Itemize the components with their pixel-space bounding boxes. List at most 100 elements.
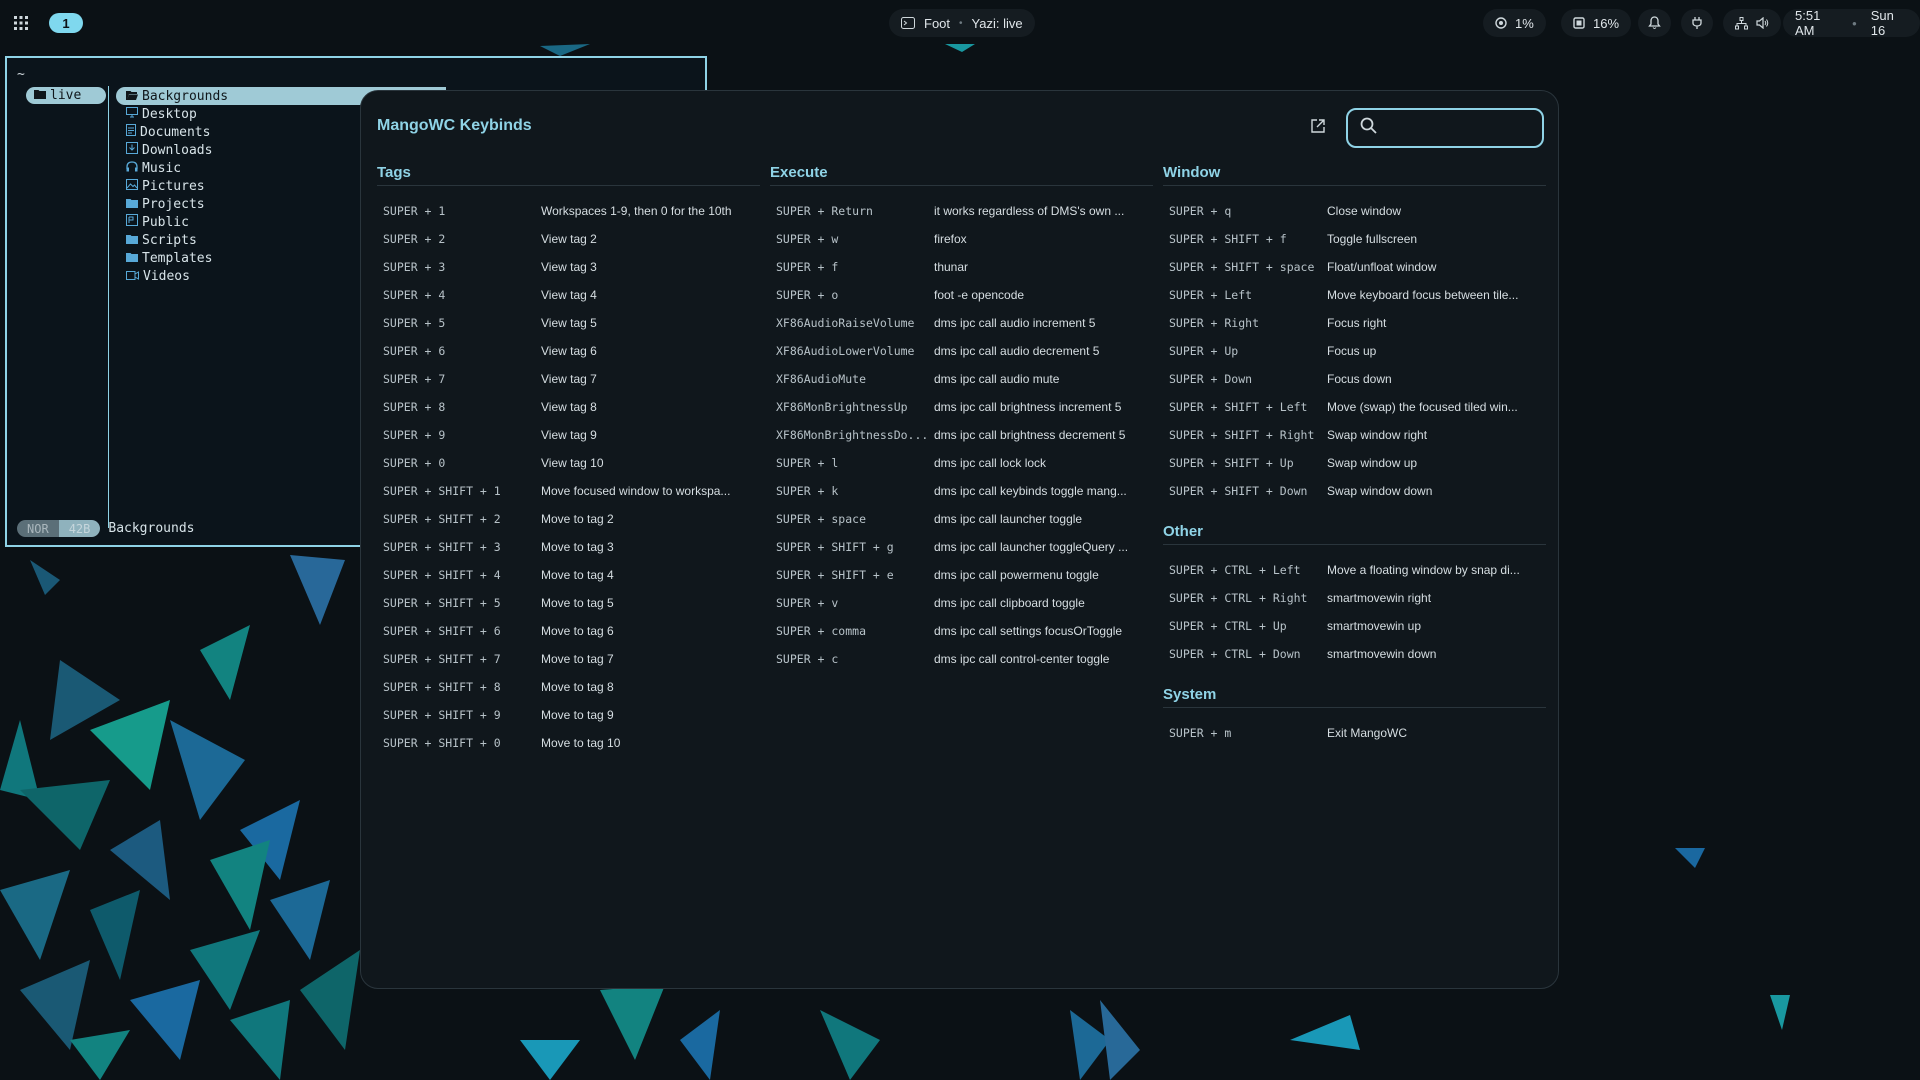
keybind-description: Exit MangoWC (1327, 726, 1408, 740)
keybind-row[interactable]: SUPER + 2 View tag 2 (377, 225, 760, 253)
keybind-row[interactable]: SUPER + k dms ipc call keybinds toggle ma… (770, 477, 1153, 505)
keybind-keys: SUPER + m (1169, 725, 1232, 740)
keybind-row[interactable]: SUPER + SHIFT + Right Swap window right (1163, 421, 1546, 449)
focused-window[interactable]: Foot • Yazi: live (889, 9, 1035, 37)
keybind-keys: XF86AudioRaiseVolume (776, 315, 915, 330)
keybind-keys: SUPER + 3 (383, 259, 446, 274)
keybind-keys: SUPER + k (776, 483, 839, 498)
keybind-row[interactable]: SUPER + c dms ipc call control-center tog… (770, 645, 1153, 673)
keybind-row[interactable]: SUPER + SHIFT + 7 Move to tag 7 (377, 645, 760, 673)
keybind-row[interactable]: SUPER + 1 Workspaces 1-9, then 0 for the … (377, 197, 760, 225)
keybind-row[interactable]: SUPER + 9 View tag 9 (377, 421, 760, 449)
keybind-row[interactable]: SUPER + q Close window (1163, 197, 1546, 225)
clock-widget[interactable]: 5:51 AM • Sun 16 (1783, 8, 1920, 38)
keybind-keys: SUPER + CTRL + Left (1169, 562, 1301, 577)
keybind-keys: SUPER + SHIFT + 4 (383, 567, 501, 582)
public-icon (126, 214, 138, 230)
keybind-description: dms ipc call powermenu toggle (934, 568, 1099, 582)
keybind-row[interactable]: SUPER + SHIFT + Left Move (swap) the focu… (1163, 393, 1546, 421)
keybind-row[interactable]: SUPER + CTRL + Up smartmovewin up (1163, 612, 1546, 640)
keybind-row[interactable]: SUPER + SHIFT + 2 Move to tag 2 (377, 505, 760, 533)
cpu-widget[interactable]: 1% (1483, 9, 1546, 37)
cpu-icon (1495, 17, 1507, 29)
keybind-description: Move to tag 5 (541, 596, 614, 610)
file-name: Backgrounds (142, 88, 229, 104)
keybind-row[interactable]: SUPER + CTRL + Down smartmovewin down (1163, 640, 1546, 668)
keybind-keys: XF86AudioLowerVolume (776, 343, 915, 358)
execute-bind-list: SUPER + Return it works regardless of DMS… (770, 186, 1153, 673)
pane-divider (108, 86, 109, 528)
video-icon (126, 269, 139, 284)
keybind-row[interactable]: SUPER + w firefox (770, 225, 1153, 253)
keybind-row[interactable]: SUPER + CTRL + Left Move a floating windo… (1163, 556, 1546, 584)
keybind-row[interactable]: SUPER + 7 View tag 7 (377, 365, 760, 393)
keybind-row[interactable]: SUPER + Left Move keyboard focus between … (1163, 281, 1546, 309)
mode-indicator: NOR 42B (17, 520, 101, 537)
keybind-keys: SUPER + SHIFT + 1 (383, 483, 501, 498)
keybind-row[interactable]: SUPER + Up Focus up (1163, 337, 1546, 365)
keybind-row[interactable]: SUPER + l dms ipc call lock lock (770, 449, 1153, 477)
keybind-row[interactable]: SUPER + 3 View tag 3 (377, 253, 760, 281)
keybind-row[interactable]: SUPER + space dms ipc call launcher toggl… (770, 505, 1153, 533)
yazi-tab[interactable]: live (26, 87, 106, 104)
keybind-row[interactable]: SUPER + m Exit MangoWC (1163, 719, 1546, 747)
keybind-row[interactable]: SUPER + SHIFT + Down Swap window down (1163, 477, 1546, 505)
search-input[interactable] (1385, 119, 1529, 137)
keybind-row[interactable]: SUPER + Down Focus down (1163, 365, 1546, 393)
separator-dot: • (959, 17, 963, 29)
keybind-row[interactable]: XF86AudioMute dms ipc call audio mute (770, 365, 1153, 393)
keybind-description: dms ipc call settings focusOrToggle (934, 624, 1123, 638)
keybind-description: smartmovewin up (1327, 619, 1422, 633)
workspace-indicator[interactable]: 1 (49, 13, 83, 33)
keybind-row[interactable]: XF86AudioRaiseVolume dms ipc call audio i… (770, 309, 1153, 337)
keybind-description: dms ipc call launcher toggle (934, 512, 1083, 526)
keybind-row[interactable]: SUPER + comma dms ipc call settings focus… (770, 617, 1153, 645)
top-bar: 1 Foot • Yazi: live 1% 16% 5:51 AM • Sun… (0, 0, 1920, 46)
keybind-row[interactable]: SUPER + SHIFT + 6 Move to tag 6 (377, 617, 760, 645)
network-audio-widget[interactable] (1723, 9, 1781, 37)
open-external-icon (1310, 118, 1326, 139)
keybind-row[interactable]: SUPER + SHIFT + 8 Move to tag 8 (377, 673, 760, 701)
keybind-row[interactable]: XF86MonBrightnessDo... dms ipc call brigh… (770, 421, 1153, 449)
keybind-keys: SUPER + Up (1169, 343, 1239, 358)
section-title-other: Other (1163, 522, 1546, 545)
keybind-row[interactable]: SUPER + Right Focus right (1163, 309, 1546, 337)
keybind-row[interactable]: SUPER + SHIFT + f Toggle fullscreen (1163, 225, 1546, 253)
keybind-keys: SUPER + w (776, 231, 839, 246)
keybind-row[interactable]: SUPER + SHIFT + 9 Move to tag 9 (377, 701, 760, 729)
search-box[interactable] (1346, 108, 1544, 148)
keybind-row[interactable]: SUPER + Return it works regardless of DMS… (770, 197, 1153, 225)
plug-icon (1691, 16, 1703, 30)
keybind-keys: SUPER + Left (1169, 287, 1253, 302)
keybind-row[interactable]: SUPER + SHIFT + 4 Move to tag 4 (377, 561, 760, 589)
keybind-row[interactable]: SUPER + f thunar (770, 253, 1153, 281)
keybind-row[interactable]: SUPER + SHIFT + 1 Move focused window to … (377, 477, 760, 505)
keybind-row[interactable]: SUPER + SHIFT + 0 Move to tag 10 (377, 729, 760, 757)
keybind-row[interactable]: SUPER + 6 View tag 6 (377, 337, 760, 365)
keybind-row[interactable]: SUPER + SHIFT + 3 Move to tag 3 (377, 533, 760, 561)
keybind-row[interactable]: SUPER + CTRL + Right smartmovewin right (1163, 584, 1546, 612)
ram-widget[interactable]: 16% (1561, 9, 1632, 37)
keybind-row[interactable]: SUPER + SHIFT + g dms ipc call launcher t… (770, 533, 1153, 561)
app-launcher-icon[interactable] (10, 12, 32, 34)
keybind-keys: SUPER + SHIFT + 9 (383, 707, 501, 722)
keybind-row[interactable]: XF86AudioLowerVolume dms ipc call audio d… (770, 337, 1153, 365)
power-profile-button[interactable] (1681, 9, 1713, 37)
keybind-row[interactable]: SUPER + 0 View tag 10 (377, 449, 760, 477)
keybind-description: Move to tag 8 (541, 680, 614, 694)
keybind-row[interactable]: SUPER + 4 View tag 4 (377, 281, 760, 309)
keybind-row[interactable]: SUPER + SHIFT + e dms ipc call powermenu … (770, 561, 1153, 589)
keybind-row[interactable]: SUPER + SHIFT + Up Swap window up (1163, 449, 1546, 477)
notifications-button[interactable] (1638, 9, 1671, 37)
keybind-row[interactable]: XF86MonBrightnessUp dms ipc call brightne… (770, 393, 1153, 421)
keybind-row[interactable]: SUPER + 5 View tag 5 (377, 309, 760, 337)
keybind-row[interactable]: SUPER + v dms ipc call clipboard toggle (770, 589, 1153, 617)
keybind-keys: SUPER + 5 (383, 315, 446, 330)
keybind-row[interactable]: SUPER + o foot -e opencode (770, 281, 1153, 309)
keybind-row[interactable]: SUPER + SHIFT + space Float/unfloat windo… (1163, 253, 1546, 281)
keybind-row[interactable]: SUPER + 8 View tag 8 (377, 393, 760, 421)
keybind-row[interactable]: SUPER + SHIFT + 5 Move to tag 5 (377, 589, 760, 617)
keybind-keys: SUPER + SHIFT + 0 (383, 735, 501, 750)
keybind-description: Move to tag 7 (541, 652, 614, 666)
open-external-button[interactable] (1307, 117, 1329, 139)
